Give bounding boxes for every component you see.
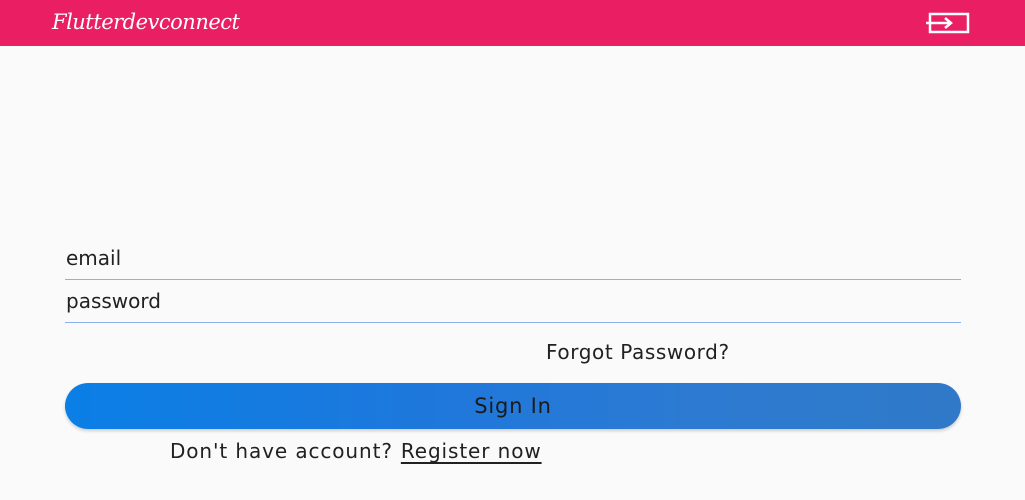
no-account-text: Don't have account? <box>170 439 393 463</box>
email-field[interactable] <box>65 244 961 280</box>
password-field[interactable] <box>65 287 961 323</box>
register-prompt: Don't have account? Register now <box>170 439 542 463</box>
logout-button[interactable] <box>918 9 980 37</box>
logout-icon <box>923 12 975 34</box>
sign-in-button[interactable]: Sign In <box>65 383 961 429</box>
app-title: Flutterdevconnect <box>52 10 240 34</box>
register-link[interactable]: Register now <box>401 439 542 463</box>
forgot-password-link[interactable]: Forgot Password? <box>546 340 730 364</box>
app-bar: Flutterdevconnect <box>0 0 1025 46</box>
